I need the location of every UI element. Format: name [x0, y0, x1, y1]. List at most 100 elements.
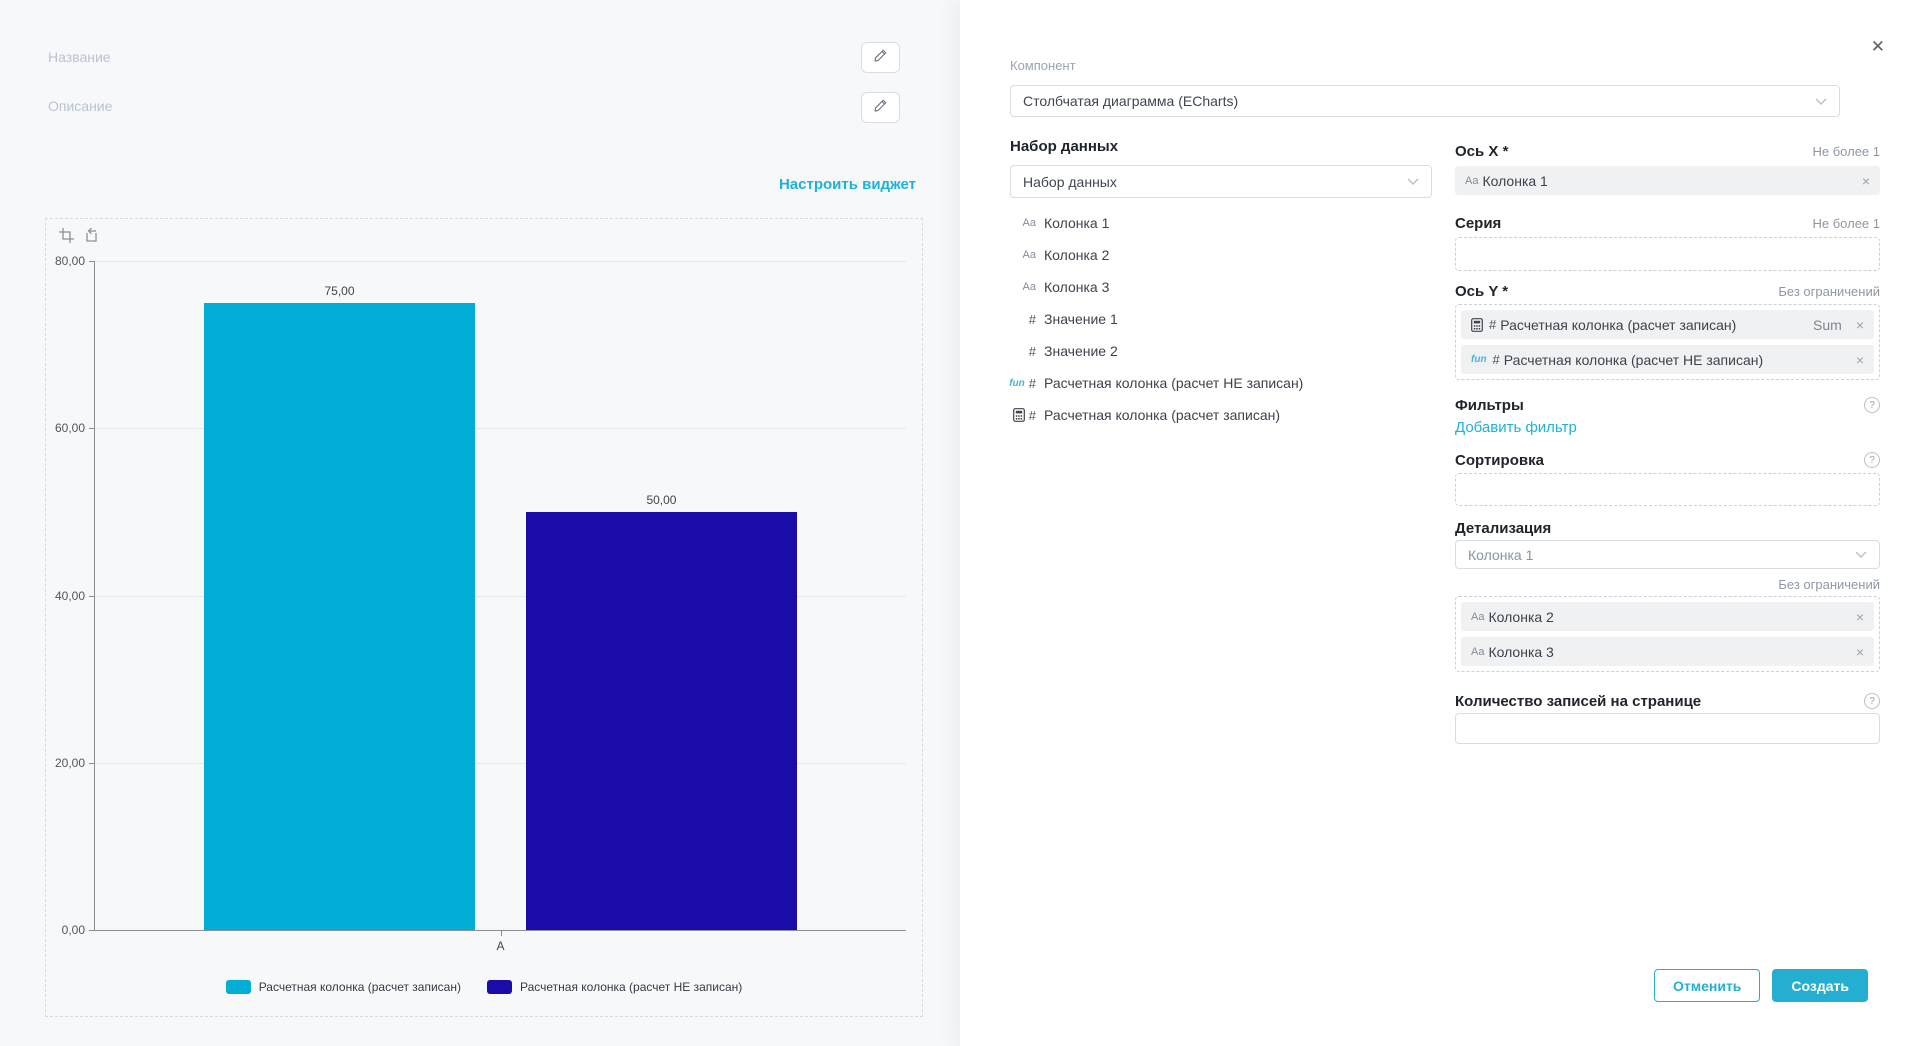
y-axis-label: 0,00 — [62, 923, 85, 937]
dataset-item-label: Колонка 1 — [1044, 215, 1109, 231]
dataset-item-label: Расчетная колонка (расчет записан) — [1044, 407, 1280, 423]
dataset-item-icons: Aa — [1010, 217, 1044, 229]
detail-chips[interactable]: AaКолонка 2×AaКолонка 3× — [1455, 596, 1880, 672]
dataset-column-item[interactable]: Aa Колонка 1 — [1010, 210, 1432, 236]
edit-name-button[interactable] — [861, 42, 900, 73]
help-icon[interactable]: ? — [1864, 693, 1880, 709]
calculator-icon — [1471, 318, 1483, 332]
series-dropzone[interactable] — [1455, 237, 1880, 271]
calculator-icon — [1013, 408, 1025, 422]
x-axis-label: Ось X * — [1455, 143, 1508, 160]
field-chip: fun#Расчетная колонка (расчет НЕ записан… — [1461, 345, 1874, 374]
x-axis-chips: Aa Колонка 1 × — [1455, 166, 1880, 195]
y-axis-label: 60,00 — [55, 421, 85, 435]
cancel-button[interactable]: Отменить — [1654, 969, 1760, 1002]
legend-label: Расчетная колонка (расчет записан) — [259, 980, 461, 994]
chip-label: Расчетная колонка (расчет записан) — [1500, 317, 1736, 333]
plot-area: 80,0060,0040,0020,000,0075,0050,00A — [94, 261, 906, 931]
remove-chip-icon[interactable]: × — [1856, 318, 1864, 332]
name-label: Название — [48, 49, 111, 65]
dataset-column-item[interactable]: AaКолонка 2 — [1010, 242, 1432, 268]
edit-description-button[interactable] — [861, 92, 900, 123]
configure-widget-link[interactable]: Настроить виджет — [779, 176, 916, 193]
function-icon: fun — [1009, 378, 1025, 389]
legend-label: Расчетная колонка (расчет НЕ записан) — [520, 980, 742, 994]
chip-label: Расчетная колонка (расчет НЕ записан) — [1504, 352, 1763, 368]
dataset-column-item[interactable]: #Значение 1 — [1010, 306, 1432, 332]
restore-icon[interactable] — [83, 227, 100, 244]
detail-hint: Без ограничений — [1778, 577, 1880, 592]
text-type-icon: Aa — [1023, 217, 1036, 229]
dataset-column-item[interactable]: AaКолонка 3 — [1010, 274, 1432, 300]
dataset-column-item[interactable]: fun#Расчетная колонка (расчет НЕ записан… — [1010, 370, 1432, 396]
dataset-item-label: Значение 1 — [1044, 311, 1118, 327]
chip-icons: Aa — [1471, 646, 1484, 658]
number-type-icon: # — [1029, 344, 1036, 359]
help-icon[interactable]: ? — [1864, 452, 1880, 468]
pencil-icon — [873, 98, 888, 118]
dataset-item-icons: Aa — [1010, 281, 1044, 293]
dataset-item-icons: Aa — [1010, 249, 1044, 261]
dataset-item-icons: # — [1010, 312, 1044, 327]
chip-icons: Aa — [1465, 175, 1478, 187]
text-type-icon: Aa — [1471, 611, 1484, 623]
chart-toolbox — [58, 227, 100, 244]
y-axis-label: 40,00 — [55, 589, 85, 603]
sorting-dropzone[interactable] — [1455, 473, 1880, 506]
create-button[interactable]: Создать — [1772, 969, 1868, 1002]
gridline — [95, 261, 906, 262]
widget-preview-pane: Название Описание Настроить виджет 80,00… — [0, 0, 960, 1046]
y-axis-label: Ось Y * — [1455, 283, 1508, 300]
dataset-column-item[interactable]: #Значение 2 — [1010, 338, 1432, 364]
y-axis-label: 80,00 — [55, 254, 85, 268]
bar-series-0[interactable]: 75,00 — [204, 303, 474, 930]
y-axis-tick — [89, 930, 95, 931]
chevron-down-icon — [1855, 551, 1867, 558]
field-chip: AaКолонка 2× — [1461, 602, 1874, 631]
number-type-icon: # — [1489, 317, 1496, 332]
dataset-select[interactable]: Набор данных — [1010, 165, 1432, 198]
y-axis-tick — [89, 428, 95, 429]
chip-label: Колонка 1 — [1482, 173, 1547, 189]
bar-value-label: 75,00 — [325, 284, 355, 298]
dataset-item-icons: # — [1010, 408, 1044, 423]
dataset-item-label: Колонка 2 — [1044, 247, 1109, 263]
chart-preview-card: 80,0060,0040,0020,000,0075,0050,00A Расч… — [45, 218, 923, 1017]
help-icon[interactable]: ? — [1864, 397, 1880, 413]
panel-actions: Отменить Создать — [1654, 969, 1868, 1002]
series-label: Серия — [1455, 215, 1501, 232]
y-axis-chips[interactable]: #Расчетная колонка (расчет записан)Sum×f… — [1455, 304, 1880, 380]
widget-settings-panel: ✕ Компонент Столбчатая диаграмма (EChart… — [960, 0, 1919, 1046]
legend-item[interactable]: Расчетная колонка (расчет НЕ записан) — [487, 980, 742, 994]
chip-icons: # — [1471, 317, 1496, 332]
field-chip: #Расчетная колонка (расчет записан)Sum× — [1461, 310, 1874, 339]
remove-chip-icon[interactable]: × — [1862, 174, 1870, 188]
field-chip: Aa Колонка 3 × — [1461, 637, 1874, 666]
remove-chip-icon[interactable]: × — [1856, 353, 1864, 367]
bar-series-1[interactable]: 50,00 — [526, 512, 796, 930]
dataset-column: Набор данных Набор данных AaКолонка 1AaК… — [1010, 0, 1432, 434]
number-type-icon: # — [1029, 376, 1036, 391]
text-type-icon: Aa — [1465, 175, 1478, 187]
box-select-icon[interactable] — [58, 227, 75, 244]
remove-chip-icon[interactable]: × — [1856, 645, 1864, 659]
detail-label: Детализация — [1455, 520, 1551, 537]
add-filter-link[interactable]: Добавить фильтр — [1455, 419, 1880, 436]
pencil-icon — [873, 48, 888, 68]
sorting-label: Сортировка — [1455, 452, 1544, 469]
number-type-icon: # — [1493, 352, 1500, 367]
remove-chip-icon[interactable]: × — [1856, 610, 1864, 624]
y-axis-tick — [89, 596, 95, 597]
chevron-down-icon — [1407, 178, 1419, 185]
legend-item[interactable]: Расчетная колонка (расчет записан) — [226, 980, 461, 994]
page-size-input[interactable] — [1455, 713, 1880, 744]
dataset-column-list: AaКолонка 1AaКолонка 2AaКолонка 3#Значен… — [1010, 210, 1432, 428]
widget-editor: Название Описание Настроить виджет 80,00… — [0, 0, 1919, 1046]
page-size-label: Количество записей на странице — [1455, 693, 1701, 710]
dataset-select-value: Набор данных — [1023, 174, 1117, 190]
chip-label: Колонка 3 — [1488, 644, 1553, 660]
dataset-column-item[interactable]: #Расчетная колонка (расчет записан) — [1010, 402, 1432, 428]
detail-select[interactable]: Колонка 1 — [1455, 540, 1880, 569]
description-label: Описание — [48, 98, 112, 114]
filters-label: Фильтры — [1455, 397, 1524, 414]
